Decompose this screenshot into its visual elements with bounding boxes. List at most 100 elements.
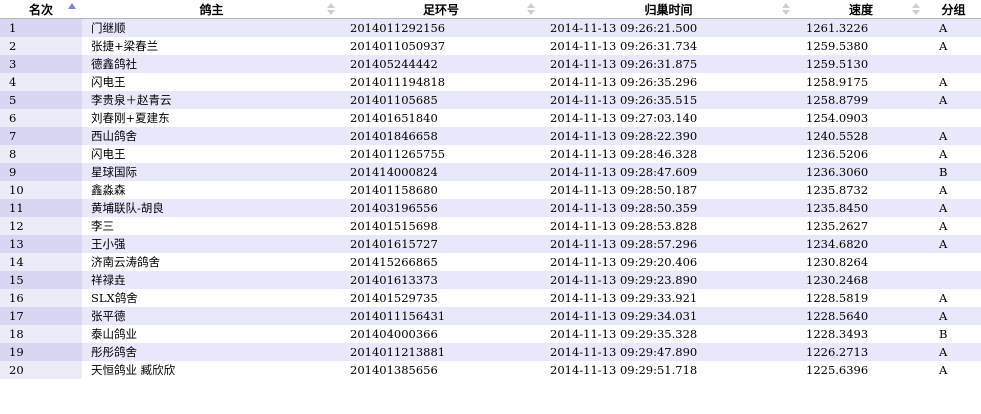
table-row[interactable]: 19 彤彤鸽舍 2014011213881 2014-11-13 09:29:47.8… [0, 343, 981, 361]
cell-group [926, 253, 981, 271]
cell-group: A [926, 343, 981, 361]
cell-speed: 1234.6820 [796, 235, 926, 253]
cell-ring: 201403196556 [341, 199, 541, 217]
cell-time: 2014-11-13 09:27:03.140 [541, 109, 796, 127]
cell-time: 2014-11-13 09:28:50.359 [541, 199, 796, 217]
cell-ring: 201405244442 [341, 55, 541, 73]
cell-owner: 张捷+梁春兰 [82, 37, 341, 55]
cell-owner: 门继顺 [82, 18, 341, 37]
cell-owner: 闪电王 [82, 145, 341, 163]
cell-group: A [926, 145, 981, 163]
cell-group: B [926, 163, 981, 181]
cell-group: A [926, 73, 981, 91]
cell-ring: 201414000824 [341, 163, 541, 181]
table-row[interactable]: 17 张平德 2014011156431 2014-11-13 09:29:34.03… [0, 307, 981, 325]
table-body: 1 门继顺 2014011292156 2014-11-13 09:26:21.500… [0, 18, 981, 379]
cell-rank: 11 [0, 199, 82, 217]
sort-both-icon [912, 1, 920, 17]
cell-time: 2014-11-13 09:26:21.500 [541, 18, 796, 37]
table-row[interactable]: 12 李三 201401515698 2014-11-13 09:28:53.828 1… [0, 217, 981, 235]
cell-speed: 1228.3493 [796, 325, 926, 343]
cell-speed: 1235.2627 [796, 217, 926, 235]
sort-asc-icon [68, 1, 76, 17]
cell-ring: 2014011194818 [341, 73, 541, 91]
cell-rank: 7 [0, 127, 82, 145]
column-header-label: 足环号 [422, 2, 459, 17]
cell-ring: 201401846658 [341, 127, 541, 145]
cell-speed: 1228.5640 [796, 307, 926, 325]
cell-speed: 1235.8732 [796, 181, 926, 199]
cell-owner: 天恒鸽业 臧欣欣 [82, 361, 341, 379]
column-header-label: 名次 [28, 2, 53, 17]
cell-rank: 3 [0, 55, 82, 73]
column-header-label: 归巢时间 [644, 2, 693, 17]
cell-group: A [926, 289, 981, 307]
cell-rank: 10 [0, 181, 82, 199]
cell-owner: 王小强 [82, 235, 341, 253]
cell-rank: 2 [0, 37, 82, 55]
cell-ring: 201401385656 [341, 361, 541, 379]
table-row[interactable]: 8 闪电王 2014011265755 2014-11-13 09:28:46.328… [0, 145, 981, 163]
table-row[interactable]: 2 张捷+梁春兰 2014011050937 2014-11-13 09:26:31.… [0, 37, 981, 55]
table-row[interactable]: 6 刘春刚+夏建东 201401651840 2014-11-13 09:27:03.… [0, 109, 981, 127]
cell-owner: 李三 [82, 217, 341, 235]
table-row[interactable]: 7 西山鸽舍 201401846658 2014-11-13 09:28:22.390… [0, 127, 981, 145]
cell-speed: 1225.6396 [796, 361, 926, 379]
table-row[interactable]: 14 济南云涛鸽舍 201415266865 2014-11-13 09:29:20.… [0, 253, 981, 271]
table-row[interactable]: 4 闪电王 2014011194818 2014-11-13 09:26:35.296… [0, 73, 981, 91]
column-header-group[interactable]: 分组 [926, 0, 981, 19]
table-row[interactable]: 11 黄埔联队-胡良 201403196556 2014-11-13 09:28:50… [0, 199, 981, 217]
cell-rank: 12 [0, 217, 82, 235]
cell-speed: 1258.8799 [796, 91, 926, 109]
cell-time: 2014-11-13 09:29:23.890 [541, 271, 796, 289]
table-row[interactable]: 1 门继顺 2014011292156 2014-11-13 09:26:21.500… [0, 18, 981, 37]
cell-rank: 19 [0, 343, 82, 361]
cell-owner: 济南云涛鸽舍 [82, 253, 341, 271]
cell-group [926, 109, 981, 127]
cell-rank: 14 [0, 253, 82, 271]
cell-owner: 闪电王 [82, 73, 341, 91]
table-row[interactable]: 13 王小强 201401615727 2014-11-13 09:28:57.296… [0, 235, 981, 253]
cell-time: 2014-11-13 09:29:51.718 [541, 361, 796, 379]
cell-speed: 1236.3060 [796, 163, 926, 181]
column-header-speed[interactable]: 速度 [796, 0, 926, 19]
cell-time: 2014-11-13 09:26:31.875 [541, 55, 796, 73]
cell-rank: 4 [0, 73, 82, 91]
cell-ring: 201401529735 [341, 289, 541, 307]
cell-group: A [926, 181, 981, 199]
cell-group: A [926, 37, 981, 55]
cell-group: A [926, 307, 981, 325]
cell-time: 2014-11-13 09:28:22.390 [541, 127, 796, 145]
cell-ring: 201404000366 [341, 325, 541, 343]
cell-group: A [926, 18, 981, 37]
cell-time: 2014-11-13 09:26:31.734 [541, 37, 796, 55]
table-row[interactable]: 15 祥禄垚 201401613373 2014-11-13 09:29:23.890… [0, 271, 981, 289]
cell-group: A [926, 127, 981, 145]
cell-owner: 李贵泉＋赵青云 [82, 91, 341, 109]
cell-owner: 黄埔联队-胡良 [82, 199, 341, 217]
cell-ring: 201401515698 [341, 217, 541, 235]
table-row[interactable]: 16 SLX鸽舍 201401529735 2014-11-13 09:29:33.9… [0, 289, 981, 307]
cell-ring: 201401158680 [341, 181, 541, 199]
table-row[interactable]: 10 鑫淼森 201401158680 2014-11-13 09:28:50.187… [0, 181, 981, 199]
column-header-time[interactable]: 归巢时间 [541, 0, 796, 19]
cell-ring: 2014011292156 [341, 18, 541, 37]
cell-speed: 1235.8450 [796, 199, 926, 217]
column-header-ring[interactable]: 足环号 [341, 0, 541, 19]
table-row[interactable]: 9 星球国际 201414000824 2014-11-13 09:28:47.609… [0, 163, 981, 181]
cell-group: A [926, 235, 981, 253]
cell-rank: 8 [0, 145, 82, 163]
header-row: 名次 鸽主 足环号 归巢时间 速度 分组 [0, 0, 981, 19]
cell-rank: 16 [0, 289, 82, 307]
cell-speed: 1258.9175 [796, 73, 926, 91]
table-row[interactable]: 18 泰山鸽业 201404000366 2014-11-13 09:29:35.32… [0, 325, 981, 343]
column-header-rank[interactable]: 名次 [0, 0, 82, 19]
cell-time: 2014-11-13 09:28:53.828 [541, 217, 796, 235]
table-row[interactable]: 20 天恒鸽业 臧欣欣 201401385656 2014-11-13 09:29:5… [0, 361, 981, 379]
table-row[interactable]: 3 德鑫鸽社 201405244442 2014-11-13 09:26:31.875… [0, 55, 981, 73]
column-header-owner[interactable]: 鸽主 [82, 0, 341, 19]
cell-owner: SLX鸽舍 [82, 289, 341, 307]
cell-time: 2014-11-13 09:29:20.406 [541, 253, 796, 271]
table-row[interactable]: 5 李贵泉＋赵青云 201401105685 2014-11-13 09:26:35.… [0, 91, 981, 109]
cell-rank: 5 [0, 91, 82, 109]
